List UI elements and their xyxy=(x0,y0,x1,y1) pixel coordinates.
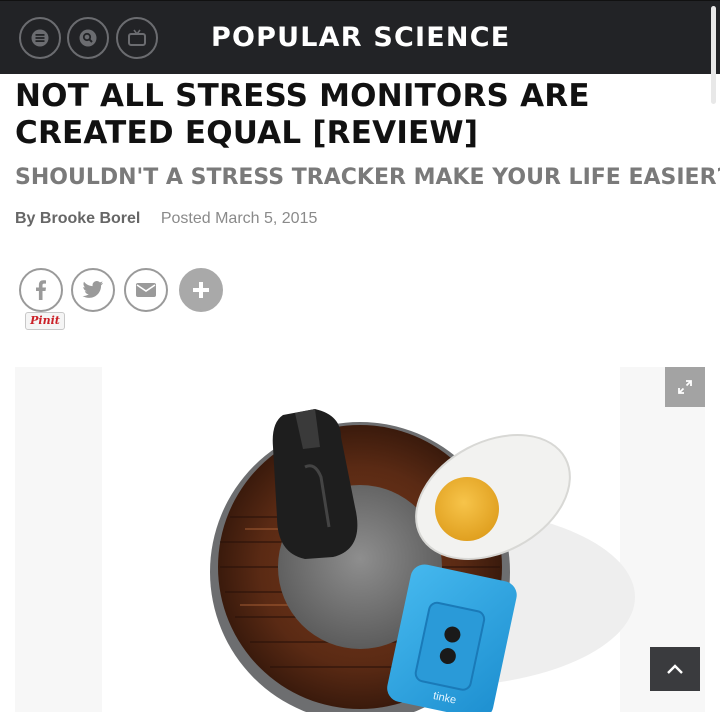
expand-image-button[interactable] xyxy=(665,367,705,407)
byline-prefix: By xyxy=(15,210,36,227)
chevron-up-icon xyxy=(667,664,683,674)
article-subhead: SHOULDN'T A STRESS TRACKER MAKE YOUR LIF… xyxy=(15,165,720,190)
email-icon xyxy=(136,283,156,297)
top-nav-bar: POPULAR SCIENCE xyxy=(0,0,720,74)
expand-icon xyxy=(678,380,692,394)
author-link[interactable]: Brooke Borel xyxy=(40,210,140,227)
site-logo[interactable]: POPULAR SCIENCE xyxy=(211,21,510,55)
menu-icon xyxy=(31,29,49,47)
post-date: Posted March 5, 2015 xyxy=(160,210,318,227)
video-button[interactable] xyxy=(116,17,158,59)
pinterest-pin-button[interactable]: Pinit xyxy=(25,312,65,330)
article-hero-image[interactable]: tinke xyxy=(15,367,705,712)
share-twitter-button[interactable] xyxy=(71,268,115,312)
tv-icon xyxy=(128,29,146,46)
search-icon xyxy=(79,29,97,47)
stress-monitors-photo: tinke xyxy=(15,367,705,712)
share-facebook-button[interactable] xyxy=(19,268,63,312)
scrollbar-thumb[interactable] xyxy=(711,6,716,104)
byline: By Brooke Borel Posted March 5, 2015 xyxy=(15,208,317,230)
article-headline: NOT ALL STRESS MONITORS ARE CREATED EQUA… xyxy=(15,78,590,151)
plus-icon xyxy=(193,282,209,298)
search-button[interactable] xyxy=(67,17,109,59)
menu-button[interactable] xyxy=(19,17,61,59)
share-email-button[interactable] xyxy=(124,268,168,312)
twitter-icon xyxy=(82,281,104,298)
facebook-icon xyxy=(36,280,46,300)
pinit-label: Pinit xyxy=(30,314,60,327)
share-more-button[interactable] xyxy=(179,268,223,312)
back-to-top-button[interactable] xyxy=(650,647,700,691)
